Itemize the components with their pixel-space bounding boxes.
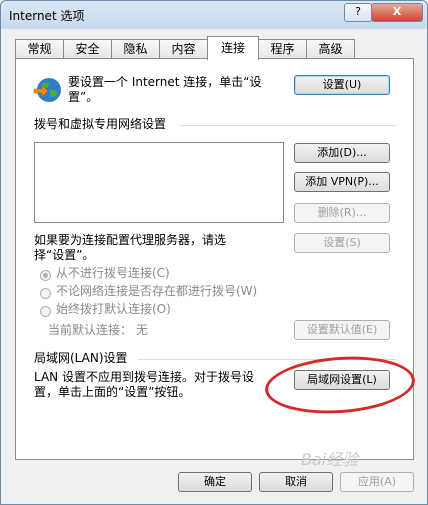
- add-button[interactable]: 添加(D)...: [294, 143, 390, 163]
- ok-button[interactable]: 确定: [178, 472, 252, 492]
- apply-button[interactable]: 应用(A): [340, 472, 414, 492]
- tab-advanced[interactable]: 高级: [306, 39, 355, 59]
- close-button[interactable]: X: [371, 3, 423, 22]
- setup-text: 要设置一个 Internet 连接，单击“设置”。: [68, 75, 262, 104]
- radio-always-dial[interactable]: [40, 306, 51, 317]
- default-connection-value: 无: [136, 323, 149, 337]
- watermark: Bai经验: [301, 450, 359, 469]
- dialup-heading: 拨号和虚拟专用网络设置: [34, 117, 167, 131]
- setup-button[interactable]: 设置(U): [294, 75, 390, 95]
- remove-button[interactable]: 删除(R)...: [294, 203, 390, 223]
- tab-content[interactable]: 内容: [159, 39, 208, 59]
- globe-icon: [33, 78, 61, 102]
- radio-dial-whenever[interactable]: [40, 288, 51, 299]
- lan-heading: 局域网(LAN)设置: [34, 351, 128, 365]
- help-button[interactable]: ?: [344, 3, 372, 22]
- radio-always-dial-label: 始终拨打默认连接(O): [56, 302, 171, 316]
- tab-privacy[interactable]: 隐私: [111, 39, 160, 59]
- proxy-text: 如果要为连接配置代理服务器，请选择“设置”。: [34, 233, 227, 262]
- tab-security[interactable]: 安全: [63, 39, 112, 59]
- cancel-button[interactable]: 取消: [259, 472, 333, 492]
- dialup-settings-button[interactable]: 设置(S): [294, 233, 390, 253]
- connections-list[interactable]: [34, 142, 284, 223]
- radio-never-dial[interactable]: [40, 270, 51, 281]
- tab-connections[interactable]: 连接: [207, 36, 259, 60]
- internet-options-window: Internet 选项 ? X 常规 安全 隐私 内容 连接 程序 高级 要设置…: [0, 0, 428, 505]
- tab-general[interactable]: 常规: [15, 39, 64, 59]
- radio-dial-whenever-label: 不论网络连接是否存在都进行拨号(W): [56, 284, 258, 298]
- tab-programs[interactable]: 程序: [258, 39, 307, 59]
- lan-text: LAN 设置不应用到拨号连接。对于拨号设置，单击上面的“设置”按钮。: [34, 370, 254, 399]
- add-vpn-button[interactable]: 添加 VPN(P)...: [294, 172, 390, 192]
- radio-never-dial-label: 从不进行拨号连接(C): [56, 266, 170, 280]
- divider: [180, 125, 396, 126]
- default-connection-label: 当前默认连接：: [48, 323, 133, 337]
- set-default-button[interactable]: 设置默认值(E): [294, 320, 390, 340]
- window-title: Internet 选项: [9, 9, 85, 23]
- title-bar: Internet 选项 ? X: [1, 1, 427, 29]
